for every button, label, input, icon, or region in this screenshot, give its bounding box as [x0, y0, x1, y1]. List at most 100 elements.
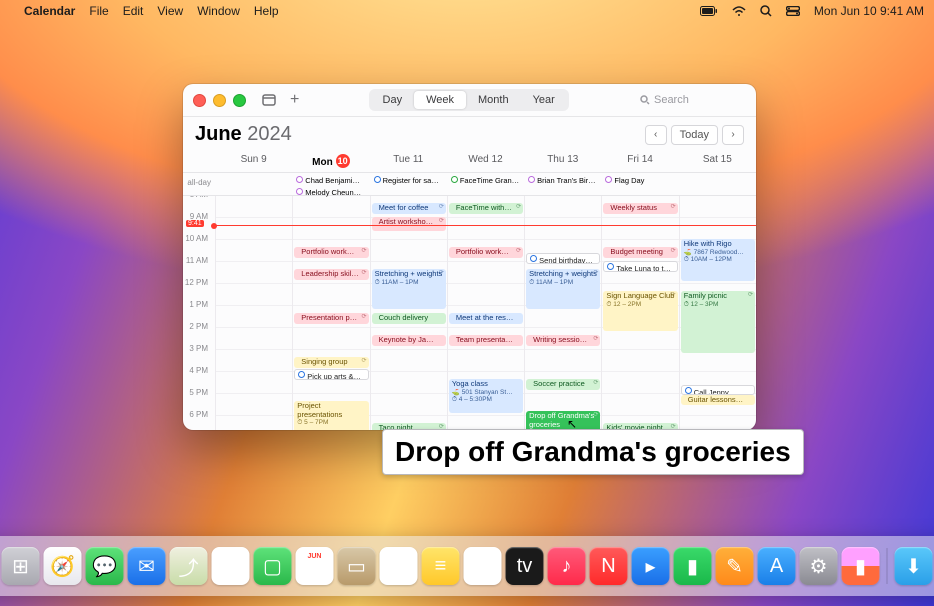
- view-week[interactable]: Week: [414, 91, 466, 109]
- calendar-event[interactable]: Guitar lessons…: [681, 395, 755, 405]
- day-header[interactable]: Sun 9: [215, 154, 292, 168]
- menu-edit[interactable]: Edit: [123, 4, 144, 18]
- next-week-button[interactable]: ›: [722, 125, 744, 145]
- day-column-tue[interactable]: Meet for coffee⟳ Artist worksho…⟳ Stretchi…: [370, 195, 447, 430]
- dock-app-safari[interactable]: 🧭: [44, 547, 82, 585]
- dock-app-reminders[interactable]: ☰: [380, 547, 418, 585]
- dock-app-system-settings[interactable]: ⚙: [800, 547, 838, 585]
- dock-app-numbers[interactable]: ▮: [674, 547, 712, 585]
- calendar-event[interactable]: Take Luna to th…: [603, 261, 677, 272]
- menu-file[interactable]: File: [89, 4, 108, 18]
- day-column-wed[interactable]: FaceTime with…⟳ Portfolio work…⟳ Meet at t…: [447, 195, 524, 430]
- dock-separator: [887, 548, 888, 584]
- control-center-icon[interactable]: [786, 6, 800, 16]
- allday-event[interactable]: Chad Benjami…: [293, 175, 368, 186]
- calendar-event[interactable]: Call Jenny: [681, 385, 755, 395]
- time-labels: 8 AM9 AM10 AM11 AM12 PM1 PM2 PM3 PM4 PM5…: [183, 195, 215, 430]
- minimize-button[interactable]: [213, 94, 226, 107]
- view-month[interactable]: Month: [466, 91, 521, 109]
- calendar-event[interactable]: Project presentations⏱ 5 – 7PM: [294, 401, 368, 430]
- calendar-event[interactable]: Budget meeting⟳: [603, 247, 677, 258]
- search-input[interactable]: Search: [634, 91, 746, 109]
- allday-event[interactable]: Register for sa…: [371, 175, 446, 186]
- spotlight-icon[interactable]: [760, 5, 772, 17]
- menu-window[interactable]: Window: [197, 4, 240, 18]
- dock-app-facetime[interactable]: ▢: [254, 547, 292, 585]
- dock-app-music[interactable]: ♪: [548, 547, 586, 585]
- dock-app-tv[interactable]: tv: [506, 547, 544, 585]
- allday-event[interactable]: Melody Cheun…: [293, 187, 368, 198]
- calendar-event[interactable]: Family picnic⟳⏱ 12 – 3PM: [681, 291, 755, 353]
- new-event-button[interactable]: +: [286, 91, 303, 109]
- calendar-event[interactable]: Soccer practice⟳: [526, 379, 600, 390]
- calendar-header: June 2024 ‹ Today ›: [183, 117, 756, 146]
- dock-app-maps[interactable]: ⤴: [170, 547, 208, 585]
- day-column-fri[interactable]: Weekly status⟳ Budget meeting⟳ Take Luna t…: [601, 195, 678, 430]
- app-menu[interactable]: Calendar: [24, 4, 75, 18]
- dock-app-app-store[interactable]: A: [758, 547, 796, 585]
- dock-app-notes[interactable]: ≡: [422, 547, 460, 585]
- close-button[interactable]: [193, 94, 206, 107]
- dock-app-news[interactable]: N: [590, 547, 628, 585]
- calendar-event[interactable]: Couch delivery: [372, 313, 446, 324]
- day-column-sat[interactable]: Hike with Rigo⛳ 7867 Redwood…⏱ 10AM – 12…: [679, 195, 756, 430]
- dock-app-messages[interactable]: 💬: [86, 547, 124, 585]
- day-column-sun[interactable]: [215, 195, 292, 430]
- menu-view[interactable]: View: [157, 4, 183, 18]
- calendar-event[interactable]: Drop off Grandma's groceries⟳: [526, 411, 600, 430]
- dock-app-iphone-mirroring[interactable]: ▮: [842, 547, 880, 585]
- calendar-event[interactable]: Meet for coffee⟳: [372, 203, 446, 214]
- dock-app-mail[interactable]: ✉: [128, 547, 166, 585]
- allday-event[interactable]: FaceTime Gran…: [448, 175, 523, 186]
- calendar-event[interactable]: Pick up arts &…: [294, 369, 368, 380]
- calendar-event[interactable]: FaceTime with…⟳: [449, 203, 523, 214]
- calendar-event[interactable]: Keynote by Ja…: [372, 335, 446, 346]
- view-day[interactable]: Day: [371, 91, 415, 109]
- dock-app-downloads[interactable]: ⬇: [895, 547, 933, 585]
- dock-app-photos[interactable]: ✿: [212, 547, 250, 585]
- wifi-icon[interactable]: [732, 6, 746, 17]
- calendar-event[interactable]: Team presenta…: [449, 335, 523, 346]
- dock-app-freeform[interactable]: ✎: [464, 547, 502, 585]
- dock-app-keynote[interactable]: ▸: [632, 547, 670, 585]
- calendar-event[interactable]: Portfolio work…⟳: [294, 247, 368, 258]
- battery-icon[interactable]: [700, 6, 718, 16]
- week-grid[interactable]: all-day Chad Benjami…Melody Cheun… Regis…: [183, 172, 756, 430]
- today-button[interactable]: Today: [671, 125, 718, 145]
- day-header[interactable]: Fri 14: [601, 154, 678, 168]
- calendar-event[interactable]: Leadership skil…⟳: [294, 269, 368, 280]
- calendar-event[interactable]: Yoga class⛳ 501 Stanyan St…⏱ 4 – 5:30PM: [449, 379, 523, 413]
- calendar-event[interactable]: Stretching + weights⟳⏱ 11AM – 1PM: [526, 269, 600, 309]
- calendar-event[interactable]: Hike with Rigo⛳ 7867 Redwood…⏱ 10AM – 12…: [681, 239, 755, 281]
- calendar-event[interactable]: Meet at the res…: [449, 313, 523, 324]
- dock-app-launchpad[interactable]: ⊞: [2, 547, 40, 585]
- day-header-today[interactable]: Mon10: [292, 154, 369, 168]
- allday-event[interactable]: Brian Tran's Bir…: [525, 175, 600, 186]
- allday-row: all-day Chad Benjami…Melody Cheun… Regis…: [183, 173, 756, 196]
- calendar-event[interactable]: Artist worksho…⟳: [372, 217, 446, 231]
- day-column-thu[interactable]: Send birthday… Stretching + weights⟳⏱ 11A…: [524, 195, 601, 430]
- calendar-event[interactable]: Portfolio work…⟳: [449, 247, 523, 258]
- day-header[interactable]: Thu 13: [524, 154, 601, 168]
- calendar-event[interactable]: Singing group⟳: [294, 357, 368, 368]
- prev-week-button[interactable]: ‹: [645, 125, 667, 145]
- calendars-button[interactable]: [258, 90, 280, 110]
- calendar-event[interactable]: Sign Language Club⟳⏱ 12 – 2PM: [603, 291, 677, 331]
- menubar-clock[interactable]: Mon Jun 10 9:41 AM: [814, 4, 924, 18]
- menu-help[interactable]: Help: [254, 4, 279, 18]
- view-year[interactable]: Year: [521, 91, 567, 109]
- dock-app-pages[interactable]: ✎: [716, 547, 754, 585]
- dock-app-calendar[interactable]: JUN10: [296, 547, 334, 585]
- dock-app-contacts[interactable]: ▭: [338, 547, 376, 585]
- fullscreen-button[interactable]: [233, 94, 246, 107]
- calendar-event[interactable]: Weekly status⟳: [603, 203, 677, 214]
- calendar-event[interactable]: Send birthday…: [526, 253, 600, 264]
- allday-event[interactable]: Flag Day: [602, 175, 677, 186]
- day-header[interactable]: Wed 12: [447, 154, 524, 168]
- calendar-event[interactable]: Stretching + weights⟳⏱ 11AM – 1PM: [372, 269, 446, 309]
- day-header[interactable]: Tue 11: [370, 154, 447, 168]
- day-column-mon[interactable]: Portfolio work…⟳ Leadership skil…⟳ Present…: [292, 195, 369, 430]
- calendar-event[interactable]: Presentation p…⟳: [294, 313, 368, 324]
- day-header[interactable]: Sat 15: [679, 154, 756, 168]
- calendar-event[interactable]: Writing sessio…⟳: [526, 335, 600, 346]
